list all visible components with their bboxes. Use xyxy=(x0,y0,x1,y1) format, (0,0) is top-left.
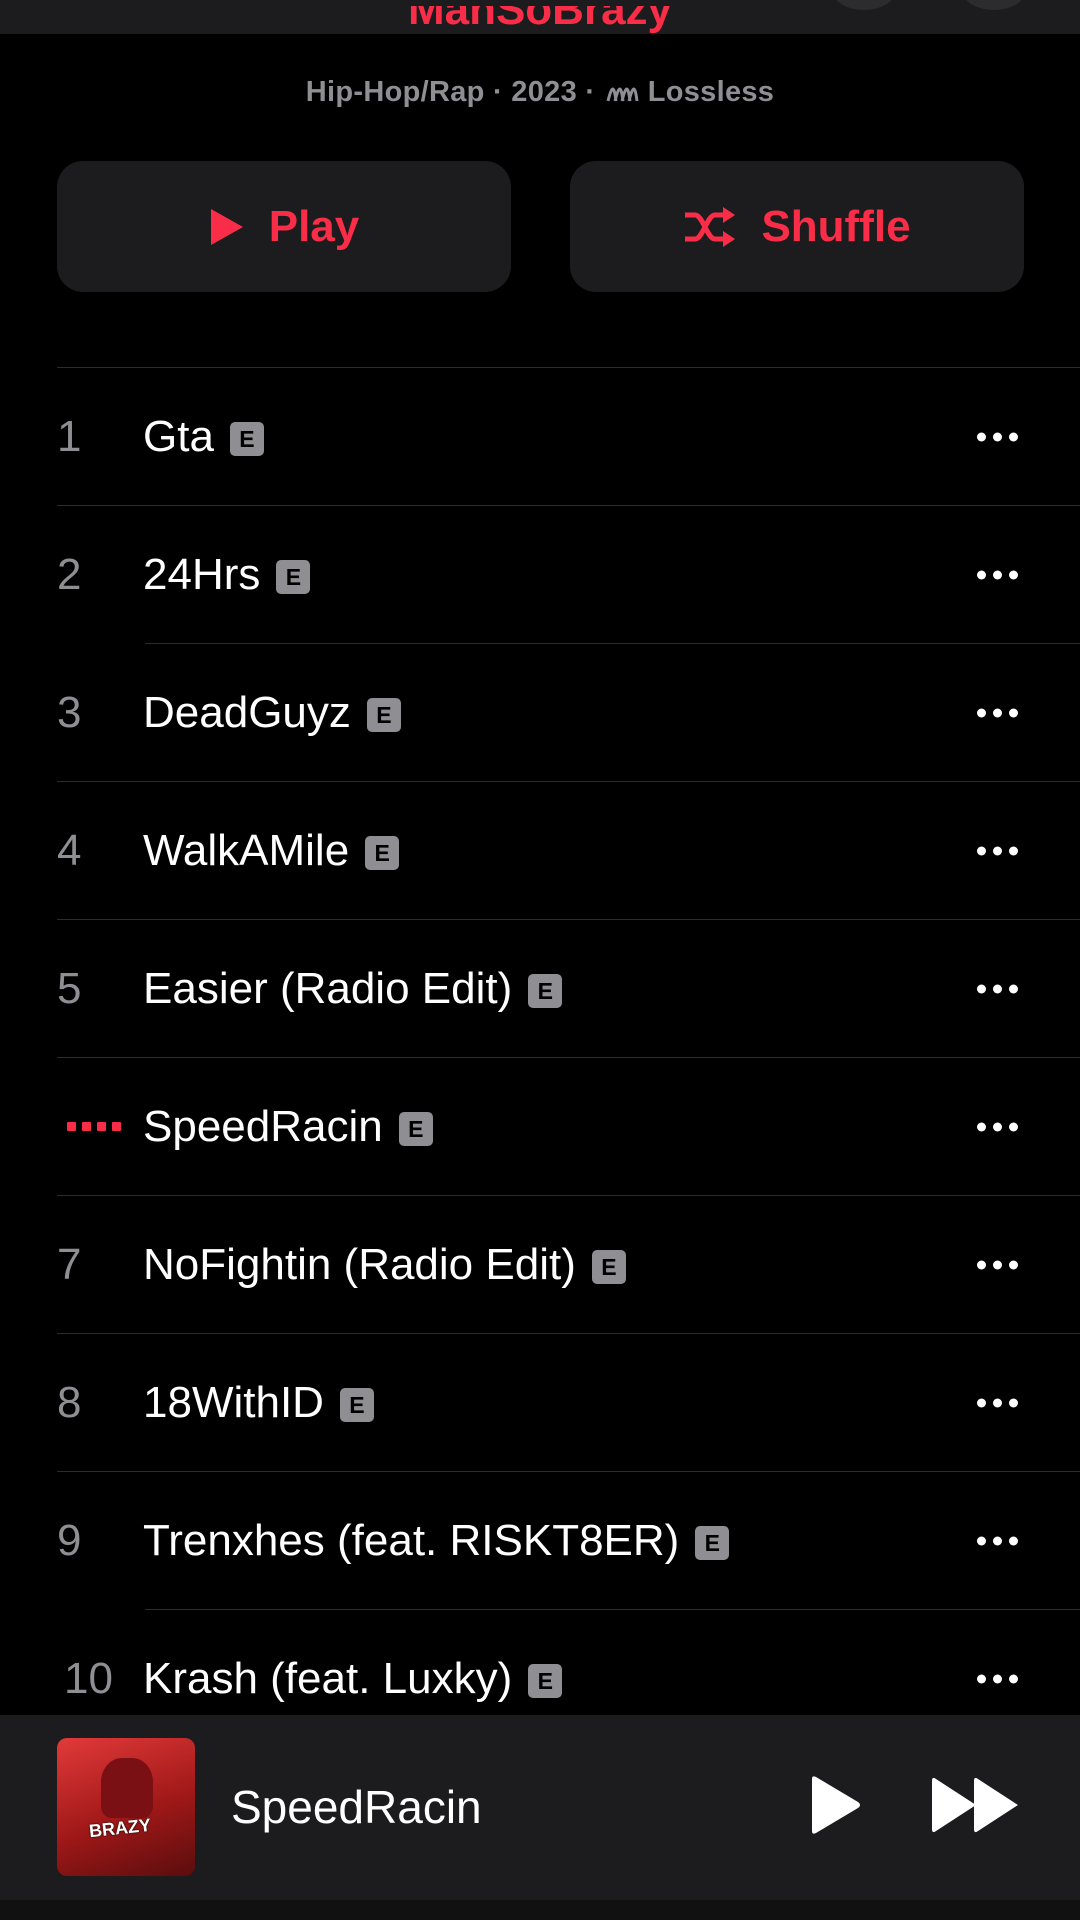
play-label: Play xyxy=(268,201,360,251)
artwork-text: BRAZY xyxy=(88,1814,152,1842)
shuffle-label: Shuffle xyxy=(761,201,911,251)
explicit-badge: E xyxy=(528,974,563,1008)
explicit-badge: E xyxy=(339,1388,374,1422)
more-options-icon[interactable] xyxy=(977,1674,1018,1683)
explicit-badge: E xyxy=(695,1526,730,1560)
track-list: 1 Gta E 2 24Hrs E 3 DeadGuyz E 4 WalkAMile E… xyxy=(0,368,1080,1748)
track-title: Gta E xyxy=(143,412,264,462)
album-page: ManSoBrazy Hip-Hop/Rap · 2023 · Lossless… xyxy=(0,0,1080,1920)
track-title-text: DeadGuyz xyxy=(143,687,351,737)
artist-name-text: ManSoBrazy xyxy=(407,6,673,34)
track-title-text: 24Hrs xyxy=(143,549,261,599)
explicit-badge: E xyxy=(398,1112,433,1146)
track-title: Krash (feat. Luxky) E xyxy=(143,1653,563,1704)
equalizer-icon xyxy=(57,1122,143,1131)
track-number: 8 xyxy=(57,1377,82,1427)
more-options-icon[interactable] xyxy=(977,1398,1018,1407)
track-row[interactable]: 4 WalkAMile E xyxy=(0,782,1080,920)
track-title-text: Gta xyxy=(143,411,214,461)
track-number: 7 xyxy=(57,1239,82,1289)
genre-year-text: Hip-Hop/Rap · 2023 · xyxy=(305,76,604,108)
mini-player[interactable]: BRAZY SpeedRacin xyxy=(0,1715,1080,1900)
explicit-badge: E xyxy=(366,698,401,732)
more-options-icon[interactable] xyxy=(977,1122,1018,1131)
bottom-tab-bar-edge xyxy=(0,1900,1080,1920)
now-playing-title[interactable]: SpeedRacin xyxy=(231,1780,482,1834)
track-row[interactable]: 7 NoFightin (Radio Edit) E xyxy=(0,1196,1080,1334)
now-playing-indicator xyxy=(0,1122,143,1131)
now-playing-artwork[interactable]: BRAZY xyxy=(57,1738,195,1876)
album-meta: Hip-Hop/Rap · 2023 · Lossless xyxy=(0,76,1080,113)
track-title-text: SpeedRacin xyxy=(143,1101,383,1151)
fast-forward-icon[interactable] xyxy=(930,1775,1022,1835)
more-options-icon[interactable] xyxy=(977,708,1018,717)
track-number: 5 xyxy=(57,963,82,1013)
track-title: WalkAMile E xyxy=(143,825,400,876)
track-title: 24Hrs E xyxy=(143,549,311,600)
track-title: 18WithID E xyxy=(143,1378,374,1428)
track-row[interactable]: 9 Trenxhes (feat. RISKT8ER) E xyxy=(0,1472,1080,1610)
track-number: 3 xyxy=(57,687,82,737)
lossless-text: Lossless xyxy=(647,76,775,108)
track-title: DeadGuyz E xyxy=(143,688,401,738)
shuffle-icon xyxy=(685,206,736,247)
more-options-icon[interactable] xyxy=(977,432,1018,441)
track-number: 9 xyxy=(57,1515,82,1565)
track-row-now-playing[interactable]: SpeedRacin E xyxy=(0,1058,1080,1196)
more-options-icon[interactable] xyxy=(977,984,1018,993)
explicit-badge: E xyxy=(276,560,311,594)
explicit-badge: E xyxy=(528,1664,563,1698)
explicit-badge: E xyxy=(229,422,264,456)
track-title-text: Krash (feat. Luxky) xyxy=(143,1653,513,1703)
track-row[interactable]: 5 Easier (Radio Edit) E xyxy=(0,920,1080,1058)
play-icon xyxy=(210,208,243,245)
track-title-text: Trenxhes (feat. RISKT8ER) xyxy=(143,1515,680,1565)
more-options-icon[interactable] xyxy=(977,1260,1018,1269)
track-title-text: NoFightin (Radio Edit) xyxy=(143,1239,576,1289)
track-row[interactable]: 2 24Hrs E xyxy=(0,506,1080,644)
track-title: NoFightin (Radio Edit) E xyxy=(143,1240,626,1290)
shuffle-button[interactable]: Shuffle xyxy=(570,161,1024,292)
track-row[interactable]: 8 18WithID E xyxy=(0,1334,1080,1472)
track-row[interactable]: 1 Gta E xyxy=(0,368,1080,506)
track-title: Trenxhes (feat. RISKT8ER) E xyxy=(143,1515,730,1566)
artwork-figure xyxy=(101,1758,153,1818)
more-options-icon[interactable] xyxy=(977,570,1018,579)
explicit-badge: E xyxy=(365,836,400,870)
track-number: 4 xyxy=(57,825,82,875)
play-icon[interactable] xyxy=(808,1775,862,1835)
explicit-badge: E xyxy=(591,1250,626,1284)
play-button[interactable]: Play xyxy=(57,161,511,292)
track-number: 2 xyxy=(57,549,82,599)
track-title-text: Easier (Radio Edit) xyxy=(143,963,513,1013)
more-options-icon[interactable] xyxy=(977,1536,1018,1545)
more-options-icon[interactable] xyxy=(977,846,1018,855)
track-title: Easier (Radio Edit) E xyxy=(143,963,563,1014)
lossless-icon xyxy=(606,80,644,113)
track-title-text: 18WithID xyxy=(143,1377,324,1427)
track-row[interactable]: 3 DeadGuyz E xyxy=(0,644,1080,782)
track-number: 1 xyxy=(57,411,82,461)
track-title: SpeedRacin E xyxy=(143,1102,433,1152)
track-number: 10 xyxy=(64,1653,113,1703)
artist-name[interactable]: ManSoBrazy xyxy=(0,6,1080,34)
track-title-text: WalkAMile xyxy=(143,825,350,875)
